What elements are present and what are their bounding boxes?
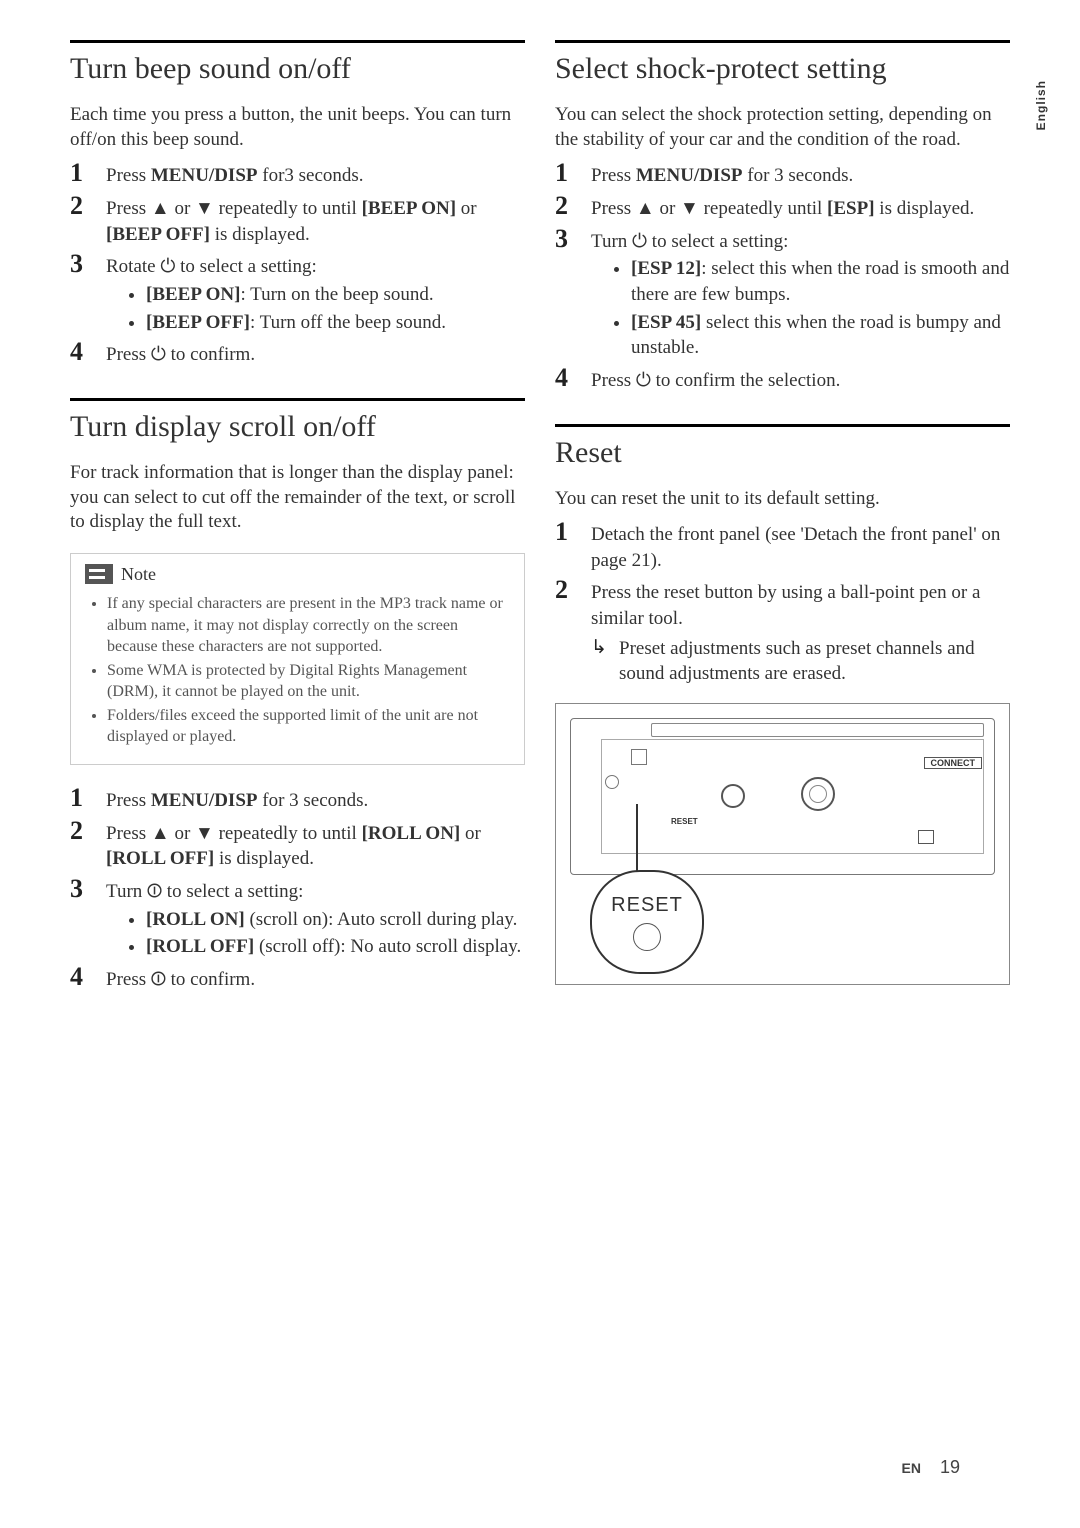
step-number: 2 xyxy=(70,191,106,221)
step-text: Press MENU/DISP for 3 seconds. xyxy=(591,163,1010,189)
step-text: Press MENU/DISP for 3 seconds. xyxy=(106,788,525,814)
step-text: Press ▲ or ▼ repeatedly to until [BEEP O… xyxy=(106,196,525,247)
power-icon: ⏼ xyxy=(151,969,166,990)
list-item: [ROLL ON] (scroll on): Auto scroll durin… xyxy=(146,907,525,933)
step-number: 1 xyxy=(555,158,591,188)
reset-diagram: CONNECT RESET RESET xyxy=(555,703,1010,985)
sub-list: [BEEP ON]: Turn on the beep sound. [BEEP… xyxy=(106,282,525,335)
heading-reset: Reset xyxy=(555,435,1010,471)
dial-icon xyxy=(801,777,835,811)
device-slot xyxy=(651,723,984,737)
reset-hole-icon xyxy=(633,923,661,951)
reset-callout-label: RESET xyxy=(611,894,683,917)
up-icon: ▲ xyxy=(151,198,170,219)
steps-scroll-cont: 4 Press ⏼ to confirm. xyxy=(70,962,525,993)
usb-icon xyxy=(918,830,934,844)
down-icon: ▼ xyxy=(195,198,214,219)
sub-list: [ESP 12]: select this when the road is s… xyxy=(591,256,1010,361)
power-icon: ⏻ xyxy=(160,256,175,277)
reset-small-label: RESET xyxy=(671,817,698,826)
left-column: Turn beep sound on/off Each time you pre… xyxy=(70,40,525,995)
step-number: 2 xyxy=(555,191,591,221)
note-title: Note xyxy=(121,564,156,585)
step-text: Press ⏻ to confirm. xyxy=(106,342,525,368)
list-item: [BEEP ON]: Turn on the beep sound. xyxy=(146,282,525,308)
step-text: Detach the front panel (see 'Detach the … xyxy=(591,522,1010,573)
step-number: 3 xyxy=(70,249,106,279)
sub-list: [ROLL ON] (scroll on): Auto scroll durin… xyxy=(106,907,525,960)
connect-label: CONNECT xyxy=(924,757,983,769)
device-body: CONNECT RESET xyxy=(570,718,995,875)
step-number: 1 xyxy=(70,783,106,813)
list-item: [ESP 45] select this when the road is bu… xyxy=(631,310,1010,361)
steps-reset: 1 Detach the front panel (see 'Detach th… xyxy=(555,517,1010,632)
heading-shock: Select shock-protect setting xyxy=(555,51,1010,87)
heading-scroll: Turn display scroll on/off xyxy=(70,409,525,445)
reset-callout: RESET xyxy=(590,870,704,974)
step-text: Rotate ⏻ to select a setting: xyxy=(106,254,525,280)
step-number: 2 xyxy=(70,816,106,846)
step-text: Press ⏼ to confirm. xyxy=(106,967,525,993)
note-box: Note If any special characters are prese… xyxy=(70,553,525,765)
aux-port xyxy=(605,775,619,789)
list-item: [BEEP OFF]: Turn off the beep sound. xyxy=(146,310,525,336)
power-icon: ⏻ xyxy=(151,344,166,365)
knob-icon xyxy=(721,784,745,808)
section-rule xyxy=(70,40,525,43)
step-number: 4 xyxy=(70,962,106,992)
step-text: Turn ⏻ to select a setting: xyxy=(591,229,1010,255)
result-arrow-icon: ↳ xyxy=(591,636,619,687)
steps-beep: 1 Press MENU/DISP for3 seconds. 2 Press … xyxy=(70,158,525,280)
list-item: [ROLL OFF] (scroll off): No auto scroll … xyxy=(146,934,525,960)
step-text: Press ▲ or ▼ repeatedly to until [ROLL O… xyxy=(106,821,525,872)
up-icon: ▲ xyxy=(636,198,655,219)
result-text: Preset adjustments such as preset channe… xyxy=(619,636,1010,687)
step-text: Press the reset button by using a ball-p… xyxy=(591,580,1010,631)
step-number: 3 xyxy=(70,874,106,904)
right-column: Select shock-protect setting You can sel… xyxy=(555,40,1010,995)
step-text: Press ⏻ to confirm the selection. xyxy=(591,368,1010,394)
step-number: 4 xyxy=(555,363,591,393)
intro-reset: You can reset the unit to its default se… xyxy=(555,487,1010,512)
step-number: 1 xyxy=(555,517,591,547)
page-content: Turn beep sound on/off Each time you pre… xyxy=(0,0,1080,1035)
steps-shock-cont: 4 Press ⏻ to confirm the selection. xyxy=(555,363,1010,394)
section-rule xyxy=(555,40,1010,43)
language-tab: English xyxy=(1034,80,1048,130)
intro-scroll: For track information that is longer tha… xyxy=(70,461,525,535)
note-icon xyxy=(85,564,113,584)
eject-icon xyxy=(631,749,647,765)
down-icon: ▼ xyxy=(680,198,699,219)
step-number: 4 xyxy=(70,337,106,367)
intro-shock: You can select the shock protection sett… xyxy=(555,103,1010,152)
step-number: 1 xyxy=(70,158,106,188)
power-icon: ⏼ xyxy=(147,881,162,902)
section-rule xyxy=(70,398,525,401)
power-icon: ⏻ xyxy=(632,231,647,252)
step-text: Press ▲ or ▼ repeatedly until [ESP] is d… xyxy=(591,196,1010,222)
up-icon: ▲ xyxy=(151,823,170,844)
note-item: Some WMA is protected by Digital Rights … xyxy=(107,660,510,703)
steps-beep-cont: 4 Press ⏻ to confirm. xyxy=(70,337,525,368)
footer-lang: EN xyxy=(902,1460,921,1476)
down-icon: ▼ xyxy=(195,823,214,844)
step-number: 3 xyxy=(555,224,591,254)
page-footer: EN 19 xyxy=(902,1457,961,1478)
list-item: [ESP 12]: select this when the road is s… xyxy=(631,256,1010,307)
note-item: If any special characters are present in… xyxy=(107,593,510,658)
steps-shock: 1 Press MENU/DISP for 3 seconds. 2 Press… xyxy=(555,158,1010,254)
step-text: Turn ⏼ to select a setting: xyxy=(106,879,525,905)
footer-page: 19 xyxy=(940,1457,960,1477)
step-number: 2 xyxy=(555,575,591,605)
note-item: Folders/files exceed the supported limit… xyxy=(107,705,510,748)
section-rule xyxy=(555,424,1010,427)
steps-scroll: 1 Press MENU/DISP for 3 seconds. 2 Press… xyxy=(70,783,525,905)
intro-beep: Each time you press a button, the unit b… xyxy=(70,103,525,152)
note-list: If any special characters are present in… xyxy=(85,593,510,748)
heading-beep: Turn beep sound on/off xyxy=(70,51,525,87)
step-text: Press MENU/DISP for3 seconds. xyxy=(106,163,525,189)
result-line: ↳ Preset adjustments such as preset chan… xyxy=(591,636,1010,687)
power-icon: ⏻ xyxy=(636,370,651,391)
